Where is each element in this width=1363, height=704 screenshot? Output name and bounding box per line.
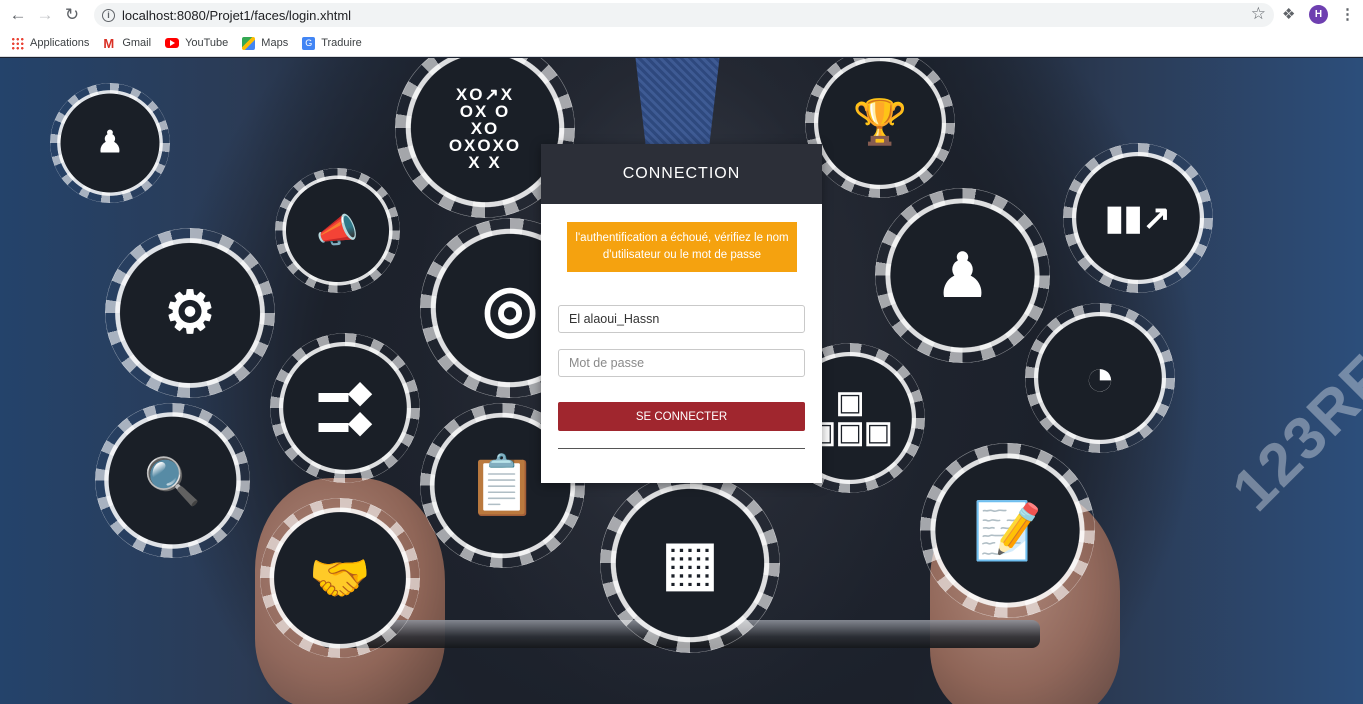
bookmark-label: Traduire: [321, 37, 362, 49]
contract-signing-icon: 📝: [920, 443, 1095, 618]
back-button[interactable]: ←: [5, 2, 31, 28]
bookmark-label: Gmail: [122, 37, 152, 49]
error-message: l'authentification a échoué, vérifiez le…: [567, 222, 797, 272]
reload-button[interactable]: ↻: [59, 2, 85, 28]
password-field[interactable]: [558, 349, 805, 377]
abacus-icon: ▦: [600, 473, 780, 653]
login-card: CONNECTION l'authentification a échoué, …: [541, 144, 822, 483]
login-button[interactable]: SE CONNECTER: [558, 402, 805, 431]
pie-chart-icon: ◔: [1025, 303, 1175, 453]
forward-arrow-icon: →: [36, 5, 54, 24]
profile-avatar[interactable]: H: [1309, 5, 1328, 24]
businessman-icon: ♟: [875, 188, 1050, 363]
bookmark-label: Maps: [261, 37, 289, 49]
maps-icon: [242, 36, 256, 50]
report-magnifier-icon: 🔍: [95, 403, 250, 558]
flowchart-icon: ▬◆ ▬◆: [270, 333, 420, 483]
back-arrow-icon: ←: [9, 5, 27, 24]
bookmark-youtube[interactable]: YouTube: [165, 37, 228, 49]
apps-grid-icon: [11, 36, 24, 50]
bookmark-star-icon[interactable]: ☆: [1251, 4, 1266, 24]
watermark: 123RF: [1219, 341, 1363, 524]
bookmark-gmail[interactable]: M Gmail: [103, 37, 151, 50]
youtube-icon: [165, 38, 180, 48]
bookmark-applications[interactable]: Applications: [11, 36, 90, 50]
forward-button[interactable]: →: [32, 2, 58, 28]
translate-icon: G: [302, 36, 316, 50]
bookmark-traduire[interactable]: G Traduire: [302, 36, 362, 50]
bookmark-maps[interactable]: Maps: [242, 36, 289, 50]
gears-icon: ⚙: [105, 228, 275, 398]
browser-menu-icon[interactable]: ⋮: [1340, 5, 1355, 23]
trophy-icon: 🏆: [805, 58, 955, 198]
card-divider: [558, 448, 805, 449]
bookmark-label: Applications: [30, 37, 90, 49]
megaphone-icon: 📣: [275, 168, 400, 293]
gmail-icon: M: [103, 35, 115, 51]
browser-toolbar: ← → ↻ i localhost:8080/Projet1/faces/log…: [0, 0, 1363, 30]
username-field[interactable]: [558, 305, 805, 333]
bookmarks-bar: Applications M Gmail YouTube Maps G Trad…: [0, 30, 1363, 57]
login-title: CONNECTION: [541, 144, 822, 204]
address-bar[interactable]: i localhost:8080/Projet1/faces/login.xht…: [94, 3, 1274, 27]
growth-chart-icon: ▮▮↗: [1063, 143, 1213, 293]
extensions-puzzle-icon[interactable]: ❖: [1282, 5, 1295, 23]
team-icon: ♟: [50, 83, 170, 203]
necktie: [635, 58, 720, 148]
url-text[interactable]: localhost:8080/Projet1/faces/login.xhtml: [122, 8, 351, 23]
handshake-icon: 🤝: [260, 498, 420, 658]
info-icon[interactable]: i: [102, 8, 115, 22]
reload-icon: ↻: [64, 5, 80, 24]
bookmark-label: YouTube: [185, 37, 229, 49]
